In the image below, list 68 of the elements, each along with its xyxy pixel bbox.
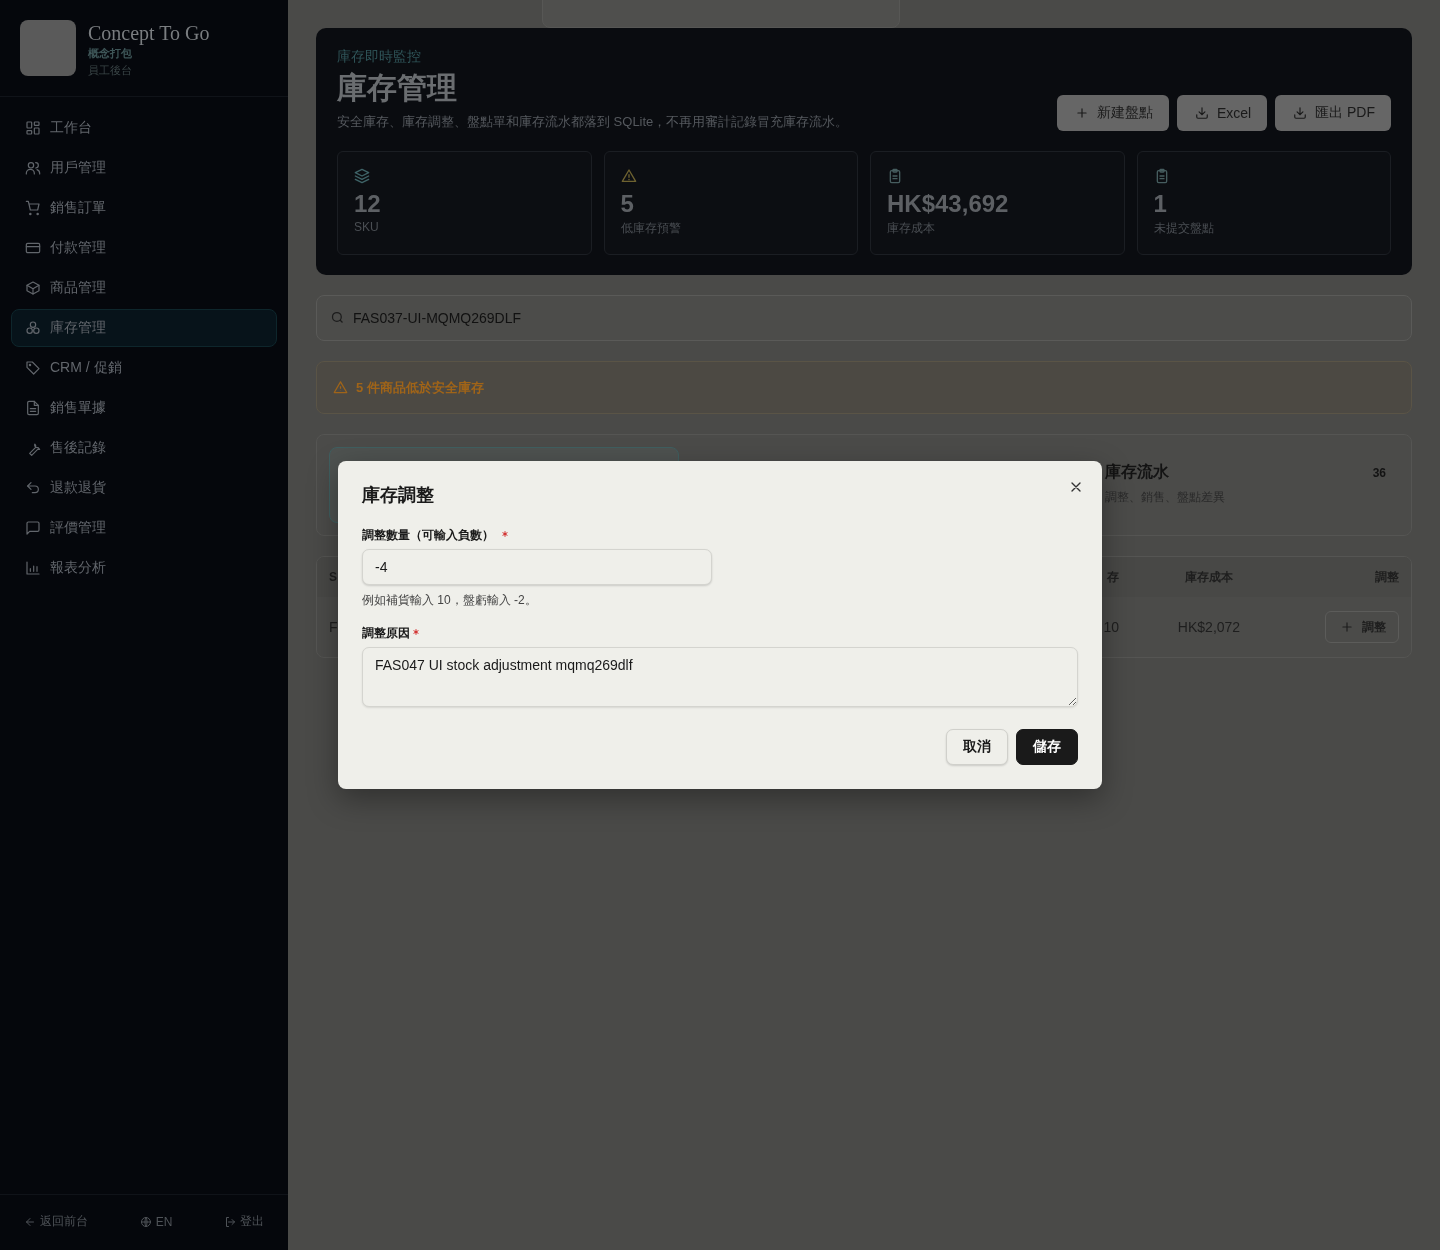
warning-icon bbox=[620, 168, 637, 184]
sidebar-item[interactable]: 庫存管理 bbox=[11, 309, 277, 347]
header-button[interactable]: 新建盤點 bbox=[1056, 95, 1169, 131]
page-title: 庫存管理 bbox=[337, 70, 458, 106]
globe-icon bbox=[139, 1215, 152, 1228]
sidebar-item[interactable]: 銷售單據 bbox=[11, 389, 277, 427]
plus-icon bbox=[1340, 620, 1354, 634]
search-icon bbox=[330, 310, 345, 325]
header-eyebrow: 庫存即時監控 bbox=[337, 48, 422, 66]
required-asterisk-icon bbox=[502, 530, 508, 537]
boxes-icon bbox=[25, 320, 41, 336]
stat-label: SKU bbox=[354, 220, 380, 234]
stat-label: 庫存成本 bbox=[887, 220, 936, 237]
tab-title: 庫存流水 bbox=[1105, 462, 1170, 482]
card-icon bbox=[25, 240, 41, 256]
download-icon bbox=[1293, 106, 1308, 120]
logo-placeholder bbox=[20, 20, 76, 76]
stat-label: 未提交盤點 bbox=[1153, 220, 1215, 237]
dialog-title: 庫存調整 bbox=[362, 484, 435, 507]
logout-icon bbox=[224, 1215, 236, 1228]
tag-icon bbox=[25, 360, 41, 376]
sidebar-item[interactable]: 商品管理 bbox=[11, 269, 277, 307]
page-description: 安全庫存、庫存調整、盤點單和庫存流水都落到 SQLite，不再用審計記錄冒充庫存流水。 bbox=[337, 113, 849, 131]
sidebar-item[interactable]: 退款退貨 bbox=[11, 469, 277, 507]
textarea-field[interactable]: FAS047 UI stock adjustment mqmq269dlf bbox=[362, 647, 1078, 707]
sidebar-item[interactable]: 評價管理 bbox=[11, 509, 277, 547]
field-label: 調整原因 bbox=[362, 625, 410, 642]
field-label: 調整數量（可輸入負數） bbox=[362, 527, 494, 544]
brand-subtitle: 概念打包 bbox=[88, 46, 133, 61]
undo-icon bbox=[25, 480, 41, 496]
layers-icon bbox=[354, 168, 370, 184]
users-icon bbox=[25, 160, 41, 176]
download-icon bbox=[1194, 106, 1209, 120]
sidebar-item[interactable]: 售後記錄 bbox=[11, 429, 277, 467]
sidebar-item[interactable]: 銷售訂單 bbox=[11, 189, 277, 227]
alert-text: 5 件商品低於安全庫存 bbox=[356, 378, 484, 397]
input-field[interactable]: -4 bbox=[362, 549, 712, 585]
footer-link[interactable]: 返回前台 bbox=[24, 1213, 88, 1230]
brand-name: Concept To Go bbox=[88, 21, 210, 46]
box-icon bbox=[25, 280, 41, 296]
required-asterisk-icon bbox=[413, 628, 419, 635]
stat-value: 1 bbox=[1153, 190, 1168, 218]
header-button[interactable]: Excel bbox=[1176, 95, 1268, 131]
stat-value: 12 bbox=[354, 190, 382, 218]
warning-icon bbox=[333, 380, 348, 395]
search-field[interactable]: FAS037-UI-MQMQ269DLF bbox=[316, 295, 1412, 341]
field-hint: 例如補貨輸入 10，盤虧輸入 -2。 bbox=[362, 592, 538, 609]
save-button[interactable]: 儲存 bbox=[1016, 729, 1078, 765]
sidebar-item[interactable]: 付款管理 bbox=[11, 229, 277, 267]
stat-value: 5 bbox=[620, 190, 635, 218]
chart-icon bbox=[25, 560, 41, 576]
sidebar-item[interactable]: 用戶管理 bbox=[11, 149, 277, 187]
sidebar-item[interactable]: CRM / 促銷 bbox=[11, 349, 277, 387]
plus-icon bbox=[1074, 106, 1089, 120]
doc-icon bbox=[25, 400, 41, 416]
cart-icon bbox=[25, 200, 41, 216]
footer-link[interactable]: 登出 bbox=[224, 1213, 264, 1230]
sidebar-item[interactable]: 工作台 bbox=[11, 109, 277, 147]
header-button[interactable]: 匯出 PDF bbox=[1275, 95, 1391, 131]
footer-link[interactable]: EN bbox=[139, 1213, 173, 1230]
grid-icon bbox=[25, 120, 41, 136]
cancel-button[interactable]: 取消 bbox=[946, 729, 1008, 765]
clipboard-icon bbox=[887, 168, 903, 184]
stat-value: HK$43,692 bbox=[887, 190, 1010, 218]
sidebar-item[interactable]: 報表分析 bbox=[11, 549, 277, 587]
chat-icon bbox=[25, 520, 41, 536]
tab-count: 36 bbox=[1372, 465, 1386, 482]
arrow-left-icon bbox=[24, 1215, 36, 1228]
